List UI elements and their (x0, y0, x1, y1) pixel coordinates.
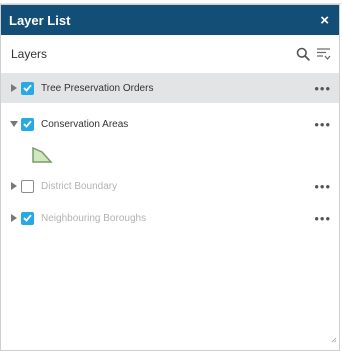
more-options-icon[interactable]: ••• (314, 117, 331, 132)
layer-list-panel: Layer List × Layers Tree Preservation Or… (0, 4, 340, 351)
layer-row-tree-preservation-orders[interactable]: Tree Preservation Orders ••• (1, 73, 339, 103)
layer-checkbox-unchecked[interactable] (21, 179, 34, 193)
panel-title: Layer List (9, 12, 71, 28)
layer-tree: Tree Preservation Orders ••• Conservatio… (1, 73, 339, 233)
layer-row-neighbouring-boroughs[interactable]: Neighbouring Boroughs ••• (1, 203, 339, 233)
resize-handle-icon[interactable] (331, 330, 337, 348)
layer-row-district-boundary[interactable]: District Boundary ••• (1, 171, 339, 201)
close-icon[interactable]: × (320, 13, 329, 28)
more-options-icon[interactable]: ••• (314, 179, 331, 194)
polygon-symbol-icon (32, 146, 53, 163)
layer-name: Tree Preservation Orders (41, 82, 154, 94)
filter-icon[interactable] (316, 47, 331, 61)
more-options-icon[interactable]: ••• (314, 211, 331, 226)
expand-caret-right-icon[interactable] (9, 214, 19, 222)
layer-name: District Boundary (41, 180, 118, 192)
layer-checkbox-checked[interactable] (21, 117, 34, 131)
layers-header: Layers (1, 35, 339, 73)
more-options-icon[interactable]: ••• (314, 81, 331, 96)
expand-caret-right-icon[interactable] (9, 84, 19, 92)
layer-name: Neighbouring Boroughs (41, 212, 147, 224)
expand-caret-down-icon[interactable] (9, 121, 19, 127)
layer-checkbox-checked[interactable] (21, 81, 34, 95)
layer-checkbox-checked[interactable] (21, 211, 34, 225)
panel-titlebar: Layer List × (1, 5, 339, 35)
search-icon[interactable] (296, 47, 310, 61)
layer-name: Conservation Areas (41, 118, 129, 130)
legend-swatch-conservation-areas (1, 139, 339, 171)
layer-row-conservation-areas[interactable]: Conservation Areas ••• (1, 109, 339, 139)
header-tools (296, 47, 331, 61)
expand-caret-right-icon[interactable] (9, 182, 19, 190)
layers-label: Layers (11, 47, 48, 61)
